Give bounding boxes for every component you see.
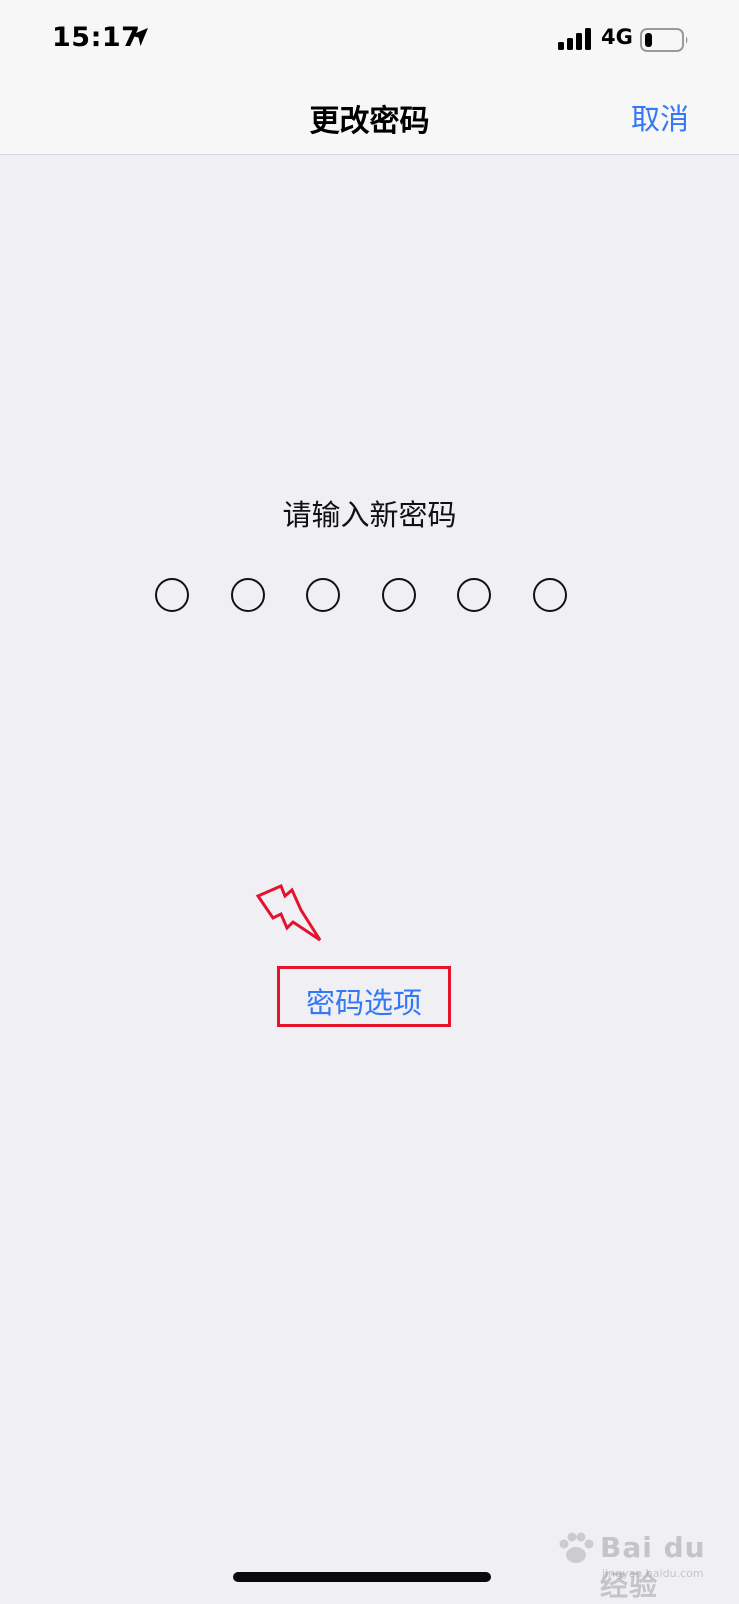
battery-icon	[640, 28, 688, 52]
paw-logo-icon	[559, 1532, 594, 1563]
nav-bar: 更改密码 取消	[0, 82, 739, 155]
cancel-button[interactable]: 取消	[631, 96, 689, 138]
passcode-dot	[533, 578, 567, 612]
location-arrow-icon	[130, 28, 148, 46]
passcode-dot	[457, 578, 491, 612]
home-indicator[interactable]	[233, 1572, 491, 1582]
status-bar: 15:17 4G	[0, 0, 739, 82]
watermark-url: jingyan.baidu.com	[602, 1567, 704, 1580]
passcode-dot	[306, 578, 340, 612]
cellular-signal-icon	[558, 28, 591, 50]
passcode-dot	[382, 578, 416, 612]
lightning-arrow-icon	[255, 884, 322, 942]
passcode-prompt: 请输入新密码	[282, 498, 457, 532]
network-type: 4G	[601, 25, 633, 49]
baidu-watermark: Bai du 经验 jingyan.baidu.com	[556, 1525, 726, 1602]
passcode-options-button[interactable]: 密码选项	[280, 980, 448, 1022]
options-highlight-box: 密码选项	[277, 966, 451, 1027]
passcode-entry[interactable]	[155, 578, 569, 614]
passcode-dot	[231, 578, 265, 612]
page-title: 更改密码	[309, 104, 430, 139]
passcode-dot	[155, 578, 189, 612]
